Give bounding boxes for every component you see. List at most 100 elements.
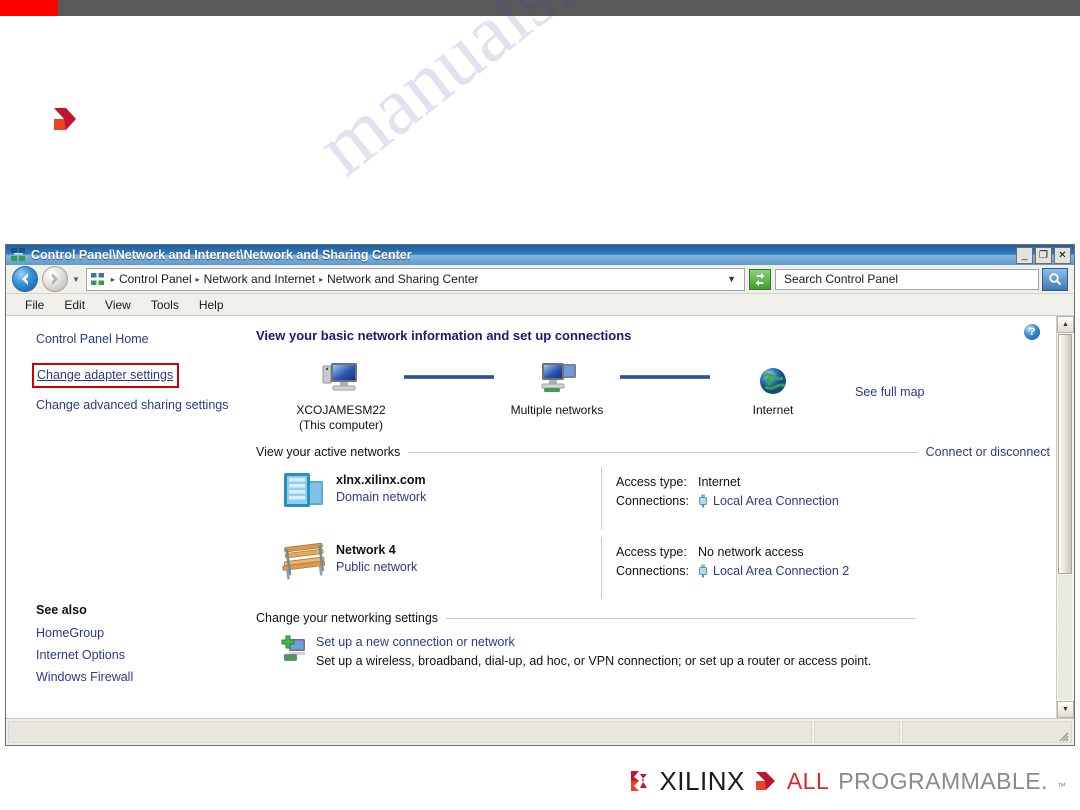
breadcrumb-item-network-and-sharing-center[interactable]: Network and Sharing Center [327,272,478,286]
breadcrumb-sep-1[interactable]: ▸ [196,275,200,284]
access-type-row: Access type: Internet [616,475,839,489]
globe-internet-icon [713,357,833,397]
row-divider [601,537,602,599]
connection-link[interactable]: Local Area Connection 2 [713,564,849,578]
access-type-row: Access type: No network access [616,545,849,559]
search-box[interactable] [775,268,1039,290]
scroll-down-button[interactable]: ▼ [1057,701,1074,718]
forward-arrow-icon[interactable] [42,266,68,292]
tasks-pane: Control Panel Home Change adapter settin… [6,316,251,718]
resize-grip-icon[interactable] [1057,729,1069,742]
network-name: xlnx.xilinx.com [336,473,426,487]
map-link-2 [617,357,713,397]
access-type-label: Access type: [616,545,687,559]
menu-item-file[interactable]: File [16,296,53,314]
connections-row: Connections: Local Area Connection 2 [616,564,849,578]
status-pane-main [8,721,812,743]
back-arrow-icon[interactable] [12,266,38,292]
active-networks-title: View your active networks [256,445,401,459]
menu-item-tools[interactable]: Tools [142,296,188,314]
section-rule [446,617,916,619]
network-type-link[interactable]: Domain network [336,490,426,504]
row-divider [601,467,602,529]
scroll-up-button[interactable]: ▲ [1057,316,1074,333]
window-title: Control Panel\Network and Internet\Netwo… [31,248,412,262]
network-name: Network 4 [336,543,396,557]
map-node-label-line1: Multiple networks [510,403,604,417]
link-change-adapter-settings[interactable]: Change adapter settings [37,368,173,382]
link-internet-options[interactable]: Internet Options [36,648,133,662]
close-button[interactable]: ✕ [1054,247,1071,264]
computer-icon [281,357,401,397]
breadcrumb-sep-2[interactable]: ▸ [319,275,323,284]
active-network-row: Network 4 Public network Access type: No… [251,529,1074,599]
chevron-down-icon[interactable]: ▼ [727,274,740,284]
map-link-1 [401,357,497,397]
breadcrumb-item-network-and-internet[interactable]: Network and Internet [204,272,315,286]
link-homegroup[interactable]: HomeGroup [36,626,133,640]
active-networks-header: View your active networks Connect or dis… [251,445,1074,459]
xilinx-logo: XILINX ALL PROGRAMMABLE. ™ [628,766,1066,797]
setup-new-connection-row[interactable]: Set up a new connection or network Set u… [251,625,1074,668]
network-type-link[interactable]: Public network [336,560,417,574]
connections-row: Connections: Local Area Connection [616,494,839,508]
breadcrumb[interactable]: ▸ Control Panel ▸ Network and Internet ▸… [85,267,745,291]
refresh-icon[interactable] [749,268,771,290]
network-adapter-icon [698,494,708,508]
map-node-label-line1: XCOJAMESM22 [296,403,386,417]
xilinx-x-mark-icon [628,769,650,793]
help-question-icon[interactable]: ? [1024,324,1040,340]
multiple-computers-icon [497,357,617,397]
status-bar [6,718,1074,745]
see-also-section: See also HomeGroup Internet Options Wind… [36,603,133,692]
status-pane-tertiary [902,721,1072,743]
link-change-advanced-sharing-settings[interactable]: Change advanced sharing settings [36,398,251,412]
scrollbar-thumb[interactable] [1058,334,1072,574]
breadcrumb-sep-0[interactable]: ▸ [111,275,115,284]
red-chevron-bullet-icon [52,104,80,134]
minimize-button[interactable]: _ [1016,247,1033,264]
window-controls: _ ❐ ✕ [1016,247,1071,264]
explorer-window: Control Panel\Network and Internet\Netwo… [5,244,1075,746]
tagline-all: ALL [786,767,830,794]
map-node-this-computer[interactable]: XCOJAMESM22 (This computer) [281,357,401,433]
setup-new-connection-description: Set up a wireless, broadband, dial-up, a… [316,654,872,668]
scrollbar-track[interactable] [1058,575,1072,700]
network-map: XCOJAMESM22 (This computer) Multiple net… [251,347,1074,433]
menu-bar: File Edit View Tools Help [6,294,1074,316]
search-magnifier-icon[interactable] [1042,267,1068,291]
map-node-label-line2: (This computer) [298,418,384,432]
breadcrumb-item-control-panel[interactable]: Control Panel [119,272,192,286]
menu-item-help[interactable]: Help [190,296,233,314]
menu-item-edit[interactable]: Edit [55,296,94,314]
domain-server-icon [278,467,336,513]
link-see-full-map[interactable]: See full map [855,385,924,399]
vertical-scrollbar[interactable]: ▲ ▼ [1056,316,1074,718]
window-title-bar: Control Panel\Network and Internet\Netwo… [6,245,1074,265]
history-dropdown-icon[interactable]: ▼ [72,275,80,284]
link-connect-or-disconnect[interactable]: Connect or disconnect [926,445,1074,459]
map-node-internet[interactable]: Internet [713,357,833,418]
connection-link[interactable]: Local Area Connection [713,494,839,508]
connections-label: Connections: [616,564,689,578]
control-panel-icon [90,272,105,286]
access-type-value: No network access [698,545,804,559]
link-control-panel-home[interactable]: Control Panel Home [36,332,149,346]
maximize-button[interactable]: ❐ [1035,247,1052,264]
active-network-row: xlnx.xilinx.com Domain network Access ty… [251,459,1074,529]
content-pane: ? View your basic network information an… [251,316,1074,718]
section-rule [408,451,918,453]
park-bench-public-icon [278,537,336,583]
slide-footer: XILINX ALL PROGRAMMABLE. ™ [0,752,1080,810]
see-also-title: See also [36,603,87,617]
search-input[interactable] [782,271,996,287]
status-pane-secondary [814,721,900,743]
watermark-text: manualslive.com [300,0,846,194]
window-body: Control Panel Home Change adapter settin… [6,316,1074,718]
link-setup-new-connection[interactable]: Set up a new connection or network [316,635,871,649]
slide-accent-block [0,0,58,16]
network-sharing-center-icon [11,248,26,262]
map-node-multiple-networks[interactable]: Multiple networks [497,357,617,418]
menu-item-view[interactable]: View [96,296,140,314]
link-windows-firewall[interactable]: Windows Firewall [36,670,133,684]
